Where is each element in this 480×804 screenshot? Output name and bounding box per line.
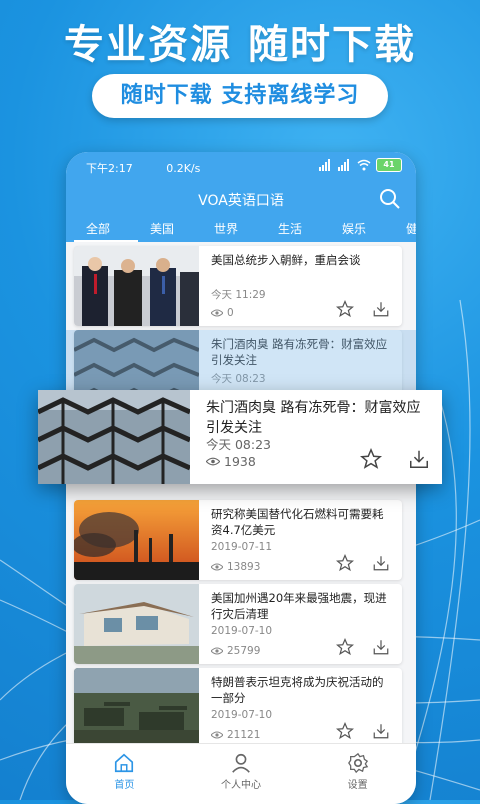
thumbnail-vessel-structure xyxy=(38,390,190,484)
view-count: 21121 xyxy=(227,729,261,741)
nav-settings[interactable]: 设置 xyxy=(299,744,416,804)
thumbnail-tanks xyxy=(74,668,199,748)
status-bar: 下午2:17 0.2K/s 41 xyxy=(66,152,416,180)
article-views: 21121 xyxy=(211,729,260,741)
category-tabs: 全部 美国 世界 生活 娱乐 健 xyxy=(66,218,416,242)
view-count: 25799 xyxy=(227,645,261,657)
status-time: 下午2:17 xyxy=(86,162,133,175)
article-date: 2019-07-10 xyxy=(211,709,273,721)
bottom-nav: 首页 个人中心 设置 xyxy=(66,743,416,804)
download-icon[interactable] xyxy=(372,638,390,656)
promo-tagline: 随时下载 支持离线学习 xyxy=(92,74,388,118)
list-item[interactable]: 美国总统步入朝鲜，重启会谈 今天 11:29 0 xyxy=(74,246,402,326)
nav-profile-label: 个人中心 xyxy=(221,780,261,791)
nav-profile[interactable]: 个人中心 xyxy=(183,744,300,804)
user-icon xyxy=(232,753,250,773)
eye-icon xyxy=(211,731,223,739)
thumbnail-factory-sunset xyxy=(74,500,199,580)
signal-icon-2 xyxy=(338,159,352,171)
article-title: 特朗普表示坦克将成为庆祝活动的一部分 xyxy=(211,675,384,705)
article-views: 13893 xyxy=(211,561,260,573)
star-icon[interactable] xyxy=(336,638,354,656)
battery-icon: 41 xyxy=(376,158,402,172)
featured-article-card[interactable]: 朱门酒肉臭 路有冻死骨：财富效应引发关注 今天 08:23 1938 xyxy=(38,390,442,484)
eye-icon xyxy=(211,309,223,317)
tab-all[interactable]: 全部 xyxy=(74,218,138,242)
app-header: VOA英语口语 xyxy=(66,180,416,218)
app-title: VOA英语口语 xyxy=(198,193,284,209)
download-icon[interactable] xyxy=(372,300,390,318)
article-list: 美国总统步入朝鲜，重启会谈 今天 11:29 0 朱门酒肉臭 路有冻死骨：财富效… xyxy=(66,242,416,748)
article-date: 今天 11:29 xyxy=(211,289,266,301)
article-views: 0 xyxy=(211,307,234,319)
view-count: 13893 xyxy=(227,561,261,573)
list-item[interactable]: 美国加州遇20年来最强地震，现进行灾后清理 2019-07-10 25799 xyxy=(74,584,402,664)
tab-world[interactable]: 世界 xyxy=(202,218,266,242)
gear-icon xyxy=(347,752,368,774)
list-item[interactable]: 特朗普表示坦克将成为庆祝活动的一部分 2019-07-10 21121 xyxy=(74,668,402,748)
search-icon[interactable] xyxy=(378,187,402,211)
featured-article-title: 朱门酒肉臭 路有冻死骨：财富效应引发关注 xyxy=(206,400,421,436)
download-icon[interactable] xyxy=(372,554,390,572)
nav-settings-label: 设置 xyxy=(347,780,368,791)
featured-article-date: 今天 08:23 xyxy=(206,437,271,452)
download-icon[interactable] xyxy=(372,722,390,740)
nav-home-label: 首页 xyxy=(114,780,135,791)
tab-entertainment[interactable]: 娱乐 xyxy=(330,218,394,242)
article-title: 美国加州遇20年来最强地震，现进行灾后清理 xyxy=(211,591,387,621)
nav-home[interactable]: 首页 xyxy=(66,744,183,804)
thumbnail-earthquake-house xyxy=(74,584,199,664)
star-icon[interactable] xyxy=(360,448,382,470)
article-date: 2019-07-10 xyxy=(211,625,273,637)
article-title: 美国总统步入朝鲜，重启会谈 xyxy=(211,253,361,267)
star-icon[interactable] xyxy=(336,554,354,572)
star-icon[interactable] xyxy=(336,300,354,318)
tab-health[interactable]: 健 xyxy=(394,218,416,242)
wifi-icon xyxy=(357,159,371,171)
article-date: 2019-07-11 xyxy=(211,541,273,553)
signal-icon xyxy=(319,159,333,171)
promo-headline: 专业资源 随时下载 xyxy=(64,22,416,68)
featured-article-views: 1938 xyxy=(206,454,256,469)
view-count: 0 xyxy=(227,307,234,319)
tab-usa[interactable]: 美国 xyxy=(138,218,202,242)
home-icon xyxy=(115,753,134,773)
eye-icon xyxy=(206,457,220,466)
status-speed: 0.2K/s xyxy=(166,162,201,175)
star-icon[interactable] xyxy=(336,722,354,740)
thumbnail-politicians xyxy=(74,246,199,326)
view-count: 1938 xyxy=(224,454,256,469)
tab-life[interactable]: 生活 xyxy=(266,218,330,242)
download-icon[interactable] xyxy=(408,448,430,470)
article-views: 25799 xyxy=(211,645,260,657)
eye-icon xyxy=(211,563,223,571)
list-item[interactable]: 研究称美国替代化石燃料可需要耗资4.7亿美元 2019-07-11 13893 xyxy=(74,500,402,580)
eye-icon xyxy=(211,647,223,655)
article-title: 研究称美国替代化石燃料可需要耗资4.7亿美元 xyxy=(211,507,384,537)
